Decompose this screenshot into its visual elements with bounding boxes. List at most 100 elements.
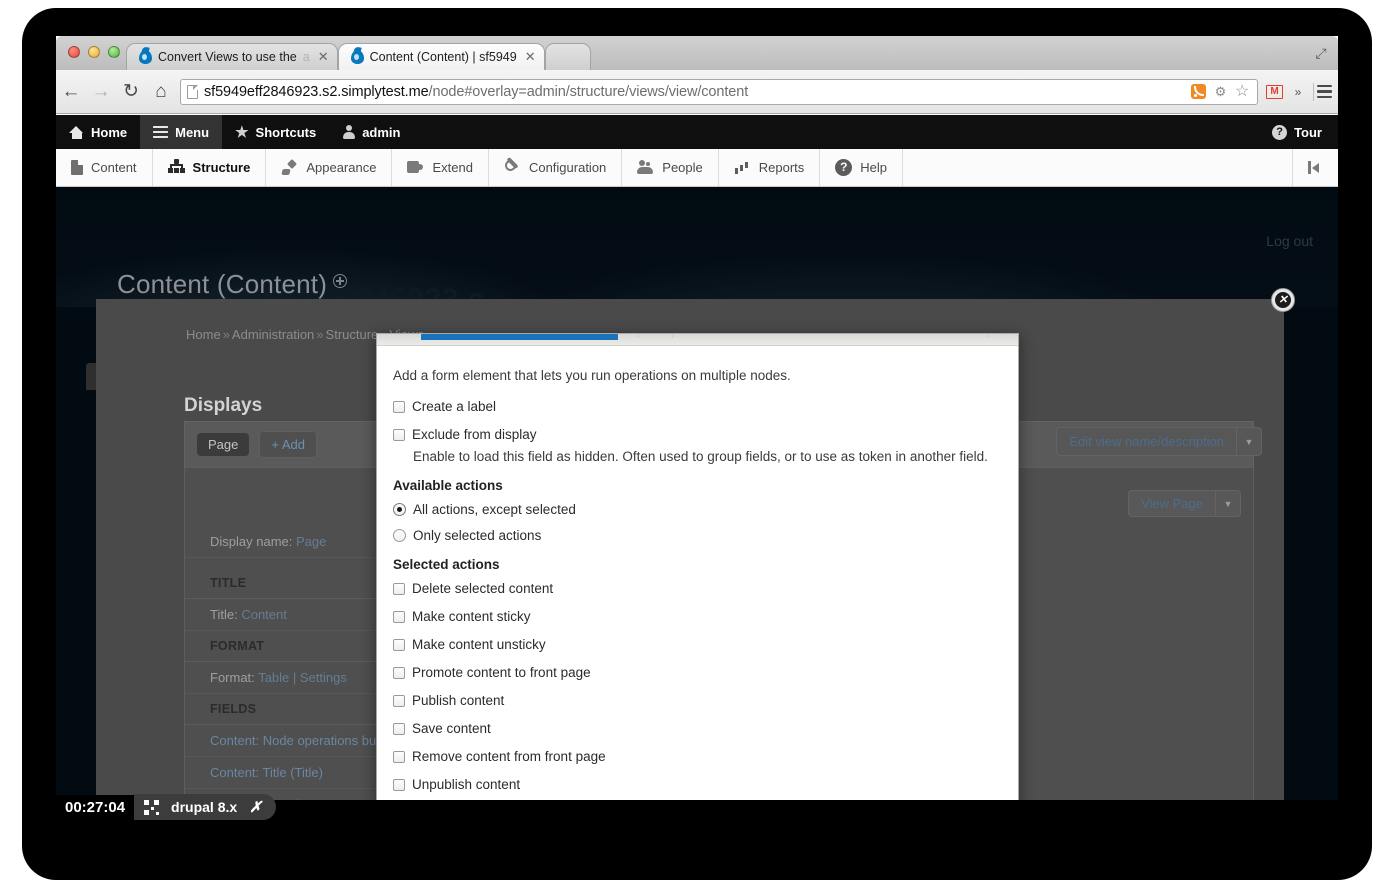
gmail-icon[interactable]: M	[1266, 84, 1283, 99]
toolbar-item-tour-label: Tour	[1294, 124, 1322, 140]
checkbox-save-content[interactable]: Save content	[393, 721, 1002, 736]
toolbar-item-account-label: admin	[362, 124, 401, 140]
checkbox-remove-content-from-front-page[interactable]: Remove content from front page	[393, 749, 1002, 764]
structure-icon	[167, 159, 185, 176]
environment-badge[interactable]: drupal 8.x ✗	[134, 794, 276, 820]
checkbox-remove-content-from-front-page-box[interactable]	[393, 751, 405, 763]
checkbox-create-label[interactable]: Create a label	[393, 399, 1002, 414]
bug-icon[interactable]: ⚙	[1213, 84, 1228, 99]
reload-button[interactable]: ↻	[116, 80, 146, 103]
radio-only-selected-actions-dot[interactable]	[393, 529, 406, 542]
modal-active-tab-indicator[interactable]	[421, 334, 618, 340]
radio-all-actions-except-selected[interactable]: All actions, except selected	[393, 502, 1002, 517]
maximize-window-button[interactable]	[108, 46, 120, 58]
checkbox-make-content-sticky-box[interactable]	[393, 611, 405, 623]
chevron-down-icon[interactable]: ▼	[1215, 491, 1240, 516]
toolbar-item-home[interactable]: Home	[56, 115, 140, 149]
minimize-window-button[interactable]	[88, 46, 100, 58]
toolbar-item-menu[interactable]: Menu	[140, 115, 223, 149]
breadcrumb-item-administration[interactable]: Administration	[232, 327, 314, 342]
radio-only-selected-actions[interactable]: Only selected actions	[393, 528, 1002, 543]
hamburger-menu-icon[interactable]	[1314, 84, 1338, 99]
checkbox-make-content-unsticky-label: Make content unsticky	[412, 637, 546, 652]
edit-view-name-dropbutton[interactable]: Edit view name/description ▼	[1056, 427, 1262, 456]
radio-all-actions-except-selected-label: All actions, except selected	[413, 502, 576, 517]
status-bar: 00:27:04 drupal 8.x ✗	[56, 794, 276, 820]
view-page-label: View Page	[1141, 496, 1203, 511]
logout-link[interactable]: Log out	[1266, 233, 1313, 249]
rss-icon[interactable]	[1191, 84, 1206, 99]
toolbar-item-tour[interactable]: ? Tour	[1259, 115, 1338, 149]
toolbar-item-menu-label: Menu	[175, 124, 210, 140]
browser-tab-0-close-icon[interactable]: ✕	[316, 49, 329, 65]
checkbox-exclude-from-display-box[interactable]	[393, 429, 405, 441]
home-button[interactable]: ⌂	[146, 81, 176, 103]
displays-heading: Displays	[184, 395, 263, 416]
admin-menu-item-help[interactable]: ? Help	[820, 149, 904, 186]
checkbox-make-content-unsticky[interactable]: Make content unsticky	[393, 637, 1002, 652]
checkbox-promote-content-to-front-page[interactable]: Promote content to front page	[393, 665, 1002, 680]
url-host: sf5949eff2846923.s2.simplytest.me	[204, 83, 429, 100]
settings-row-title-value[interactable]: Content	[241, 607, 287, 622]
collapse-toolbar-button[interactable]	[1292, 149, 1338, 186]
star-icon[interactable]: ☆	[1235, 83, 1251, 100]
admin-menu-item-content[interactable]: Content	[56, 149, 153, 186]
field-row-title-label[interactable]: Content: Title (Title)	[210, 765, 323, 780]
add-content-icon[interactable]	[333, 274, 348, 288]
admin-menu-item-reports[interactable]: Reports	[719, 149, 821, 186]
close-badge-icon[interactable]: ✗	[249, 798, 262, 816]
checkbox-unpublish-content[interactable]: Unpublish content	[393, 777, 1002, 792]
add-display-button[interactable]: + Add	[259, 431, 317, 458]
checkbox-make-content-sticky[interactable]: Make content sticky	[393, 609, 1002, 624]
question-mark-icon: ?	[1272, 124, 1288, 140]
checkbox-delete-selected-content-box[interactable]	[393, 583, 405, 595]
modal-description: Add a form element that lets you run ope…	[393, 368, 791, 383]
admin-menu-item-structure[interactable]: Structure	[153, 149, 267, 186]
admin-menu-item-appearance-label: Appearance	[306, 160, 377, 175]
checkbox-save-content-label: Save content	[412, 721, 491, 736]
qr-code-icon	[144, 799, 160, 815]
window-expand-icon[interactable]: ⤢	[1312, 44, 1330, 62]
admin-menu-item-configuration[interactable]: Configuration	[489, 149, 623, 186]
breadcrumb-separator: »	[222, 327, 230, 342]
checkbox-unpublish-content-box[interactable]	[393, 779, 405, 791]
toolbar-item-shortcuts[interactable]: ★ Shortcuts	[222, 115, 329, 149]
radio-all-actions-except-selected-dot[interactable]	[393, 503, 406, 516]
browser-tab-0[interactable]: Convert Views to use the a ✕	[126, 43, 338, 70]
checkbox-delete-selected-content[interactable]: Delete selected content	[393, 581, 1002, 596]
overflow-chevron-icon[interactable]: »	[1283, 85, 1313, 99]
checkbox-publish-content-label: Publish content	[412, 693, 505, 708]
admin-menu-item-people[interactable]: People	[622, 149, 719, 186]
toolbar-item-home-label: Home	[91, 124, 128, 140]
new-tab-button[interactable]	[544, 43, 591, 70]
checkbox-exclude-from-display[interactable]: Exclude from display	[393, 427, 1002, 442]
view-page-dropbutton[interactable]: View Page ▼	[1128, 490, 1241, 517]
toolbar-item-account[interactable]: admin	[329, 115, 413, 149]
browser-tab-1[interactable]: Content (Content) | sf5949 ✕	[337, 43, 545, 70]
checkbox-make-content-unsticky-box[interactable]	[393, 639, 405, 651]
admin-menu-item-extend[interactable]: Extend	[392, 149, 489, 186]
menu-icon	[153, 125, 169, 139]
browser-window: Convert Views to use the a ✕ Content (Co…	[56, 36, 1338, 800]
address-bar[interactable]: sf5949eff2846923.s2.simplytest.me/node#o…	[180, 78, 1258, 105]
close-window-button[interactable]	[68, 46, 80, 58]
admin-menu-item-appearance[interactable]: Appearance	[266, 149, 393, 186]
checkbox-create-label-box[interactable]	[393, 401, 405, 413]
display-tab-page[interactable]: Page	[197, 433, 250, 456]
breadcrumb-item-home[interactable]: Home	[186, 327, 221, 342]
forward-button[interactable]: →	[86, 81, 116, 103]
browser-tab-1-close-icon[interactable]: ✕	[523, 49, 536, 65]
checkbox-publish-content-box[interactable]	[393, 695, 405, 707]
question-mark-icon: ?	[835, 159, 853, 176]
breadcrumb-item-structure[interactable]: Structure	[326, 327, 379, 342]
chevron-down-icon[interactable]: ▼	[1236, 428, 1261, 455]
close-overlay-button[interactable]: ✕	[1271, 288, 1295, 312]
settings-row-format-value[interactable]: Table | Settings	[258, 670, 347, 685]
settings-row-format-label: Format:	[210, 670, 255, 685]
back-button[interactable]: ←	[56, 81, 86, 103]
checkbox-publish-content[interactable]: Publish content	[393, 693, 1002, 708]
address-bar-text: sf5949eff2846923.s2.simplytest.me/node#o…	[204, 84, 748, 100]
checkbox-save-content-box[interactable]	[393, 723, 405, 735]
settings-row-display-name-value[interactable]: Page	[296, 534, 326, 549]
checkbox-promote-content-to-front-page-box[interactable]	[393, 667, 405, 679]
